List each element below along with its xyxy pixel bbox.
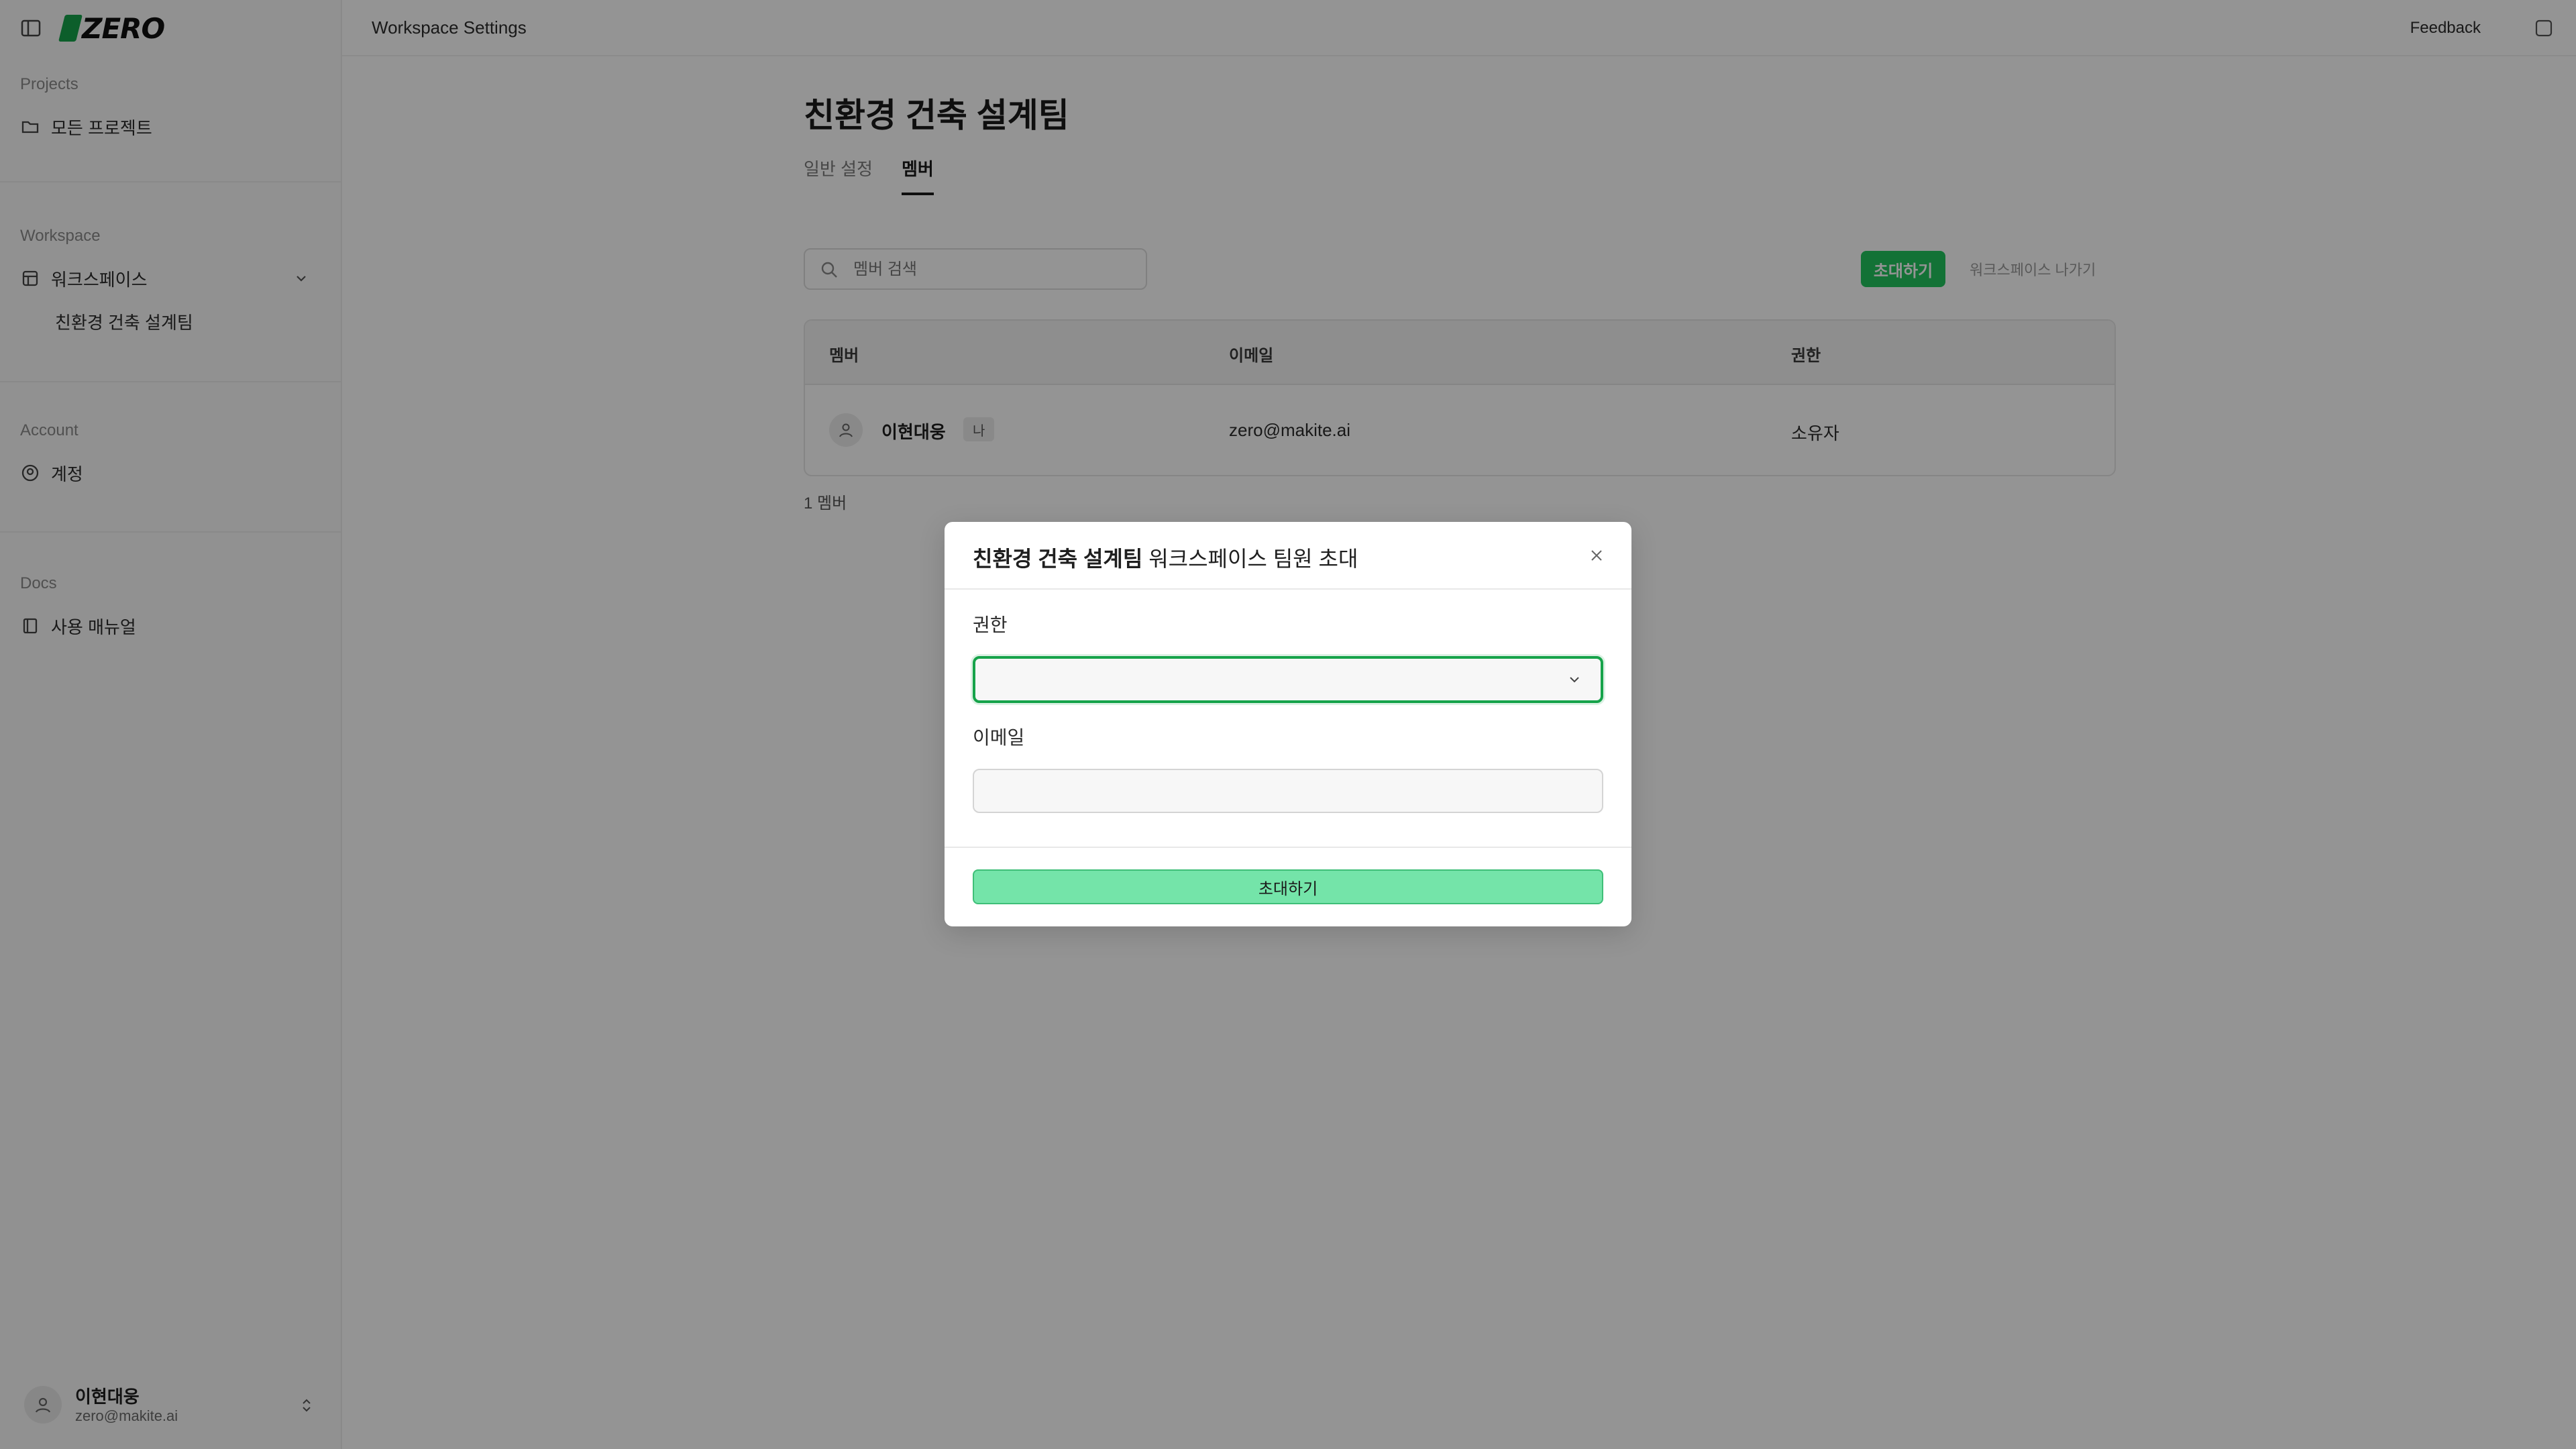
invite-submit-button[interactable]: 초대하기 (973, 869, 1603, 904)
modal-divider (945, 847, 1631, 848)
chevron-down-icon (1564, 669, 1585, 690)
close-icon[interactable] (1585, 543, 1609, 568)
invite-modal: 친환경 건축 설계팀 워크스페이스 팀원 초대 권한 이메일 초대하기 (945, 522, 1631, 926)
modal-title-text: 워크스페이스 팀원 초대 (1142, 547, 1358, 571)
email-label: 이메일 (973, 727, 1025, 748)
modal-title-team: 친환경 건축 설계팀 (973, 547, 1143, 571)
email-field[interactable] (973, 769, 1603, 813)
app-root: ZERO Projects 모든 프로젝트 Workspace 워크스페이스 친… (0, 0, 2576, 1449)
modal-header: 친환경 건축 설계팀 워크스페이스 팀원 초대 (945, 522, 1631, 590)
role-label: 권한 (973, 614, 1008, 635)
modal-title: 친환경 건축 설계팀 워크스페이스 팀원 초대 (973, 542, 1358, 573)
role-select[interactable] (973, 656, 1603, 703)
